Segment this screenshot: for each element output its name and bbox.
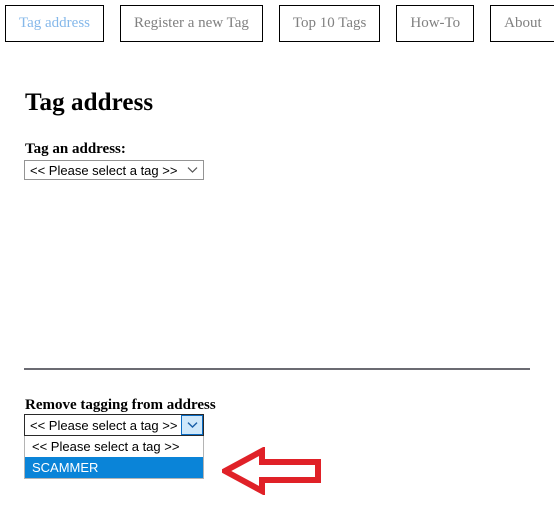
tab-label: How-To: [410, 15, 461, 31]
section-divider: [24, 368, 530, 370]
remove-tag-select-wrapper: << Please select a tag >> << Please sele…: [24, 414, 204, 479]
tab-label: Top 10 Tags: [292, 15, 367, 31]
remove-tag-select[interactable]: << Please select a tag >>: [24, 414, 204, 436]
tag-address-select-value: << Please select a tag >>: [30, 162, 178, 178]
option-label: << Please select a tag >>: [32, 439, 180, 454]
tab-label: Tag address: [19, 15, 91, 31]
remove-tag-select-value: << Please select a tag >>: [30, 417, 178, 433]
tag-an-address-label: Tag an address:: [25, 141, 126, 157]
dropdown-toggle-button[interactable]: [181, 415, 203, 435]
tag-address-select[interactable]: << Please select a tag >>: [24, 160, 204, 180]
remove-tagging-label: Remove tagging from address: [25, 397, 216, 413]
tab-label: Register a new Tag: [134, 15, 249, 31]
tab-tag-address[interactable]: Tag address: [5, 5, 105, 42]
main-nav-tabs: Tag address Register a new Tag Top 10 Ta…: [0, 0, 554, 48]
list-item[interactable]: SCAMMER: [25, 457, 203, 478]
remove-tag-option-list: << Please select a tag >> SCAMMER: [24, 436, 204, 479]
tab-about[interactable]: About: [490, 5, 554, 42]
tab-how-to[interactable]: How-To: [396, 5, 475, 42]
list-item[interactable]: << Please select a tag >>: [25, 436, 203, 457]
option-label: SCAMMER: [32, 460, 99, 475]
tab-label: About: [504, 15, 542, 31]
tab-top-10-tags[interactable]: Top 10 Tags: [278, 5, 381, 42]
chevron-down-icon: [181, 166, 203, 174]
page-title: Tag address: [25, 89, 154, 116]
red-left-arrow-annotation: [218, 445, 322, 497]
tab-register-a-new-tag[interactable]: Register a new Tag: [120, 5, 263, 42]
